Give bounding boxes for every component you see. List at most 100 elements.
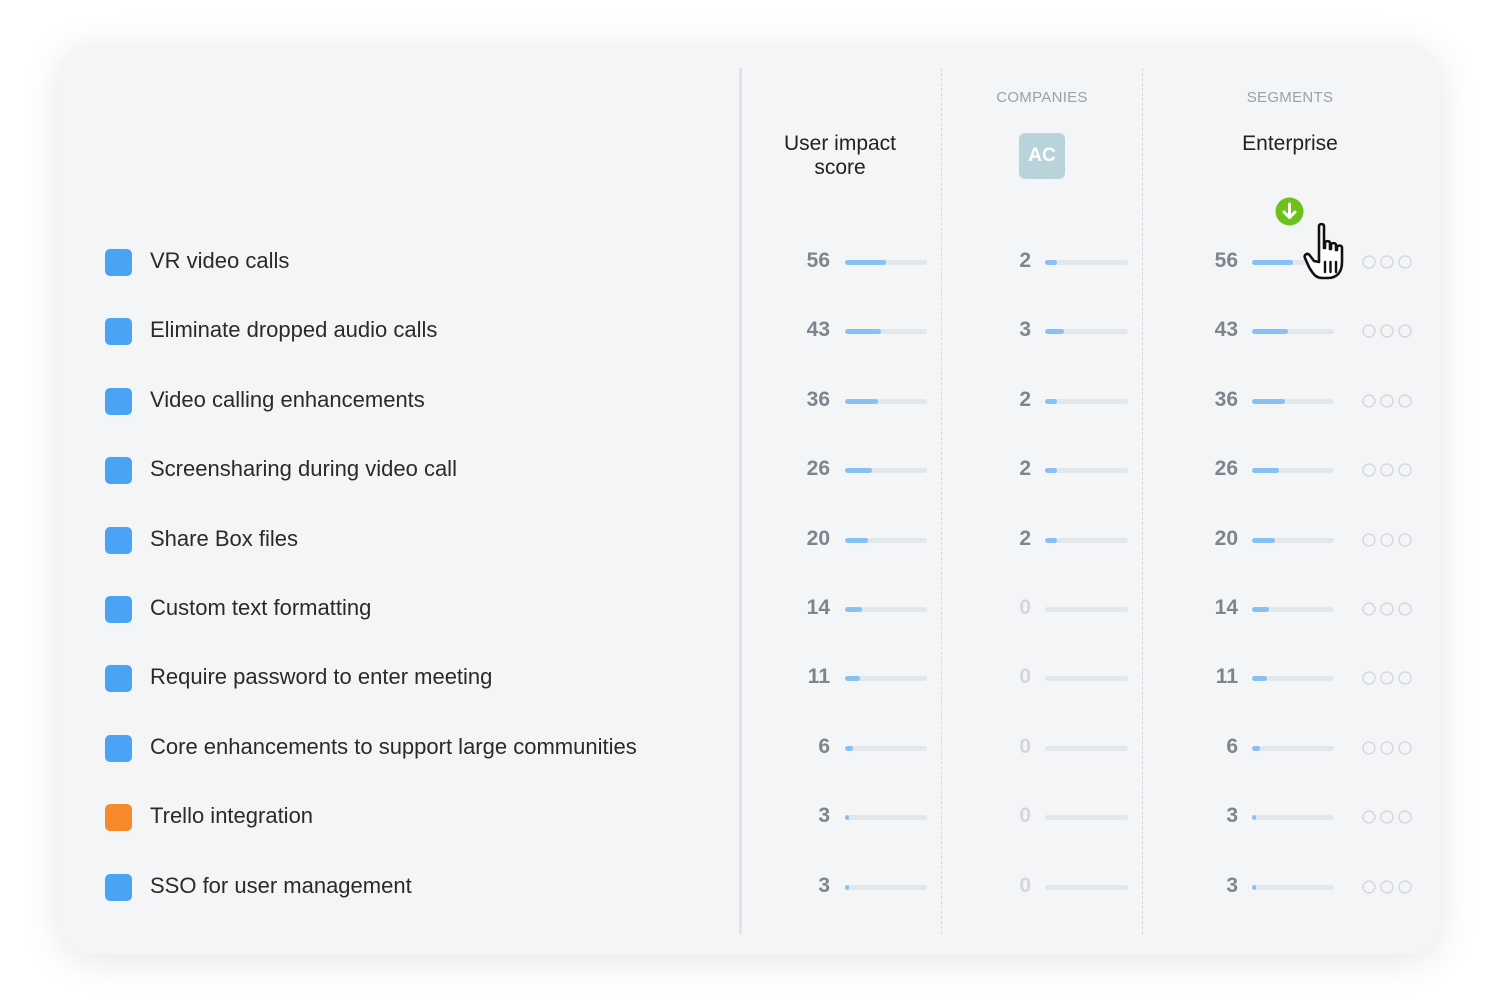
feature-label[interactable]: Video calling enhancements	[150, 387, 425, 413]
table-row[interactable]: Require password to enter meeting 11 0 11	[0, 658, 1500, 698]
segment-score-bar-fill	[1252, 329, 1289, 334]
ellipsis-circles-icon[interactable]	[1362, 393, 1414, 409]
segment-score-bar-fill	[1252, 746, 1261, 751]
feature-label[interactable]: Share Box files	[150, 526, 298, 552]
feature-label[interactable]: SSO for user management	[150, 873, 412, 899]
company-count-bar	[1045, 815, 1128, 820]
ellipsis-circles-icon[interactable]	[1362, 809, 1414, 825]
header-user-impact-score-label: User impact score	[783, 132, 897, 179]
user-impact-score-bar	[845, 538, 927, 543]
company-count-bar	[1045, 885, 1128, 890]
header-enterprise-segment[interactable]: Enterprise	[1210, 132, 1370, 156]
company-count-value: 2	[1019, 457, 1031, 480]
company-count-bar-fill	[1045, 399, 1058, 404]
table-row[interactable]: Screensharing during video call 26 2 26	[0, 450, 1500, 490]
feature-status-square	[105, 596, 132, 623]
segment-score-bar	[1252, 399, 1334, 404]
segment-score-bar	[1252, 538, 1334, 543]
segment-score-bar	[1252, 815, 1334, 820]
feature-status-square	[105, 388, 132, 415]
user-impact-score-value: 3	[818, 804, 830, 827]
user-impact-score-value: 3	[818, 874, 830, 897]
user-impact-score-value: 20	[806, 527, 830, 550]
company-count-bar	[1045, 746, 1128, 751]
ellipsis-circles-icon[interactable]	[1362, 670, 1414, 686]
user-impact-score-value: 26	[806, 457, 830, 480]
feature-status-square	[105, 457, 132, 484]
company-count-value: 2	[1019, 527, 1031, 550]
user-impact-score-bar-fill	[845, 329, 882, 334]
ellipsis-circles-icon[interactable]	[1362, 740, 1414, 756]
user-impact-score-bar	[845, 676, 927, 681]
ellipsis-circles-icon[interactable]	[1362, 601, 1414, 617]
table-row[interactable]: Video calling enhancements 36 2 36	[0, 381, 1500, 421]
feature-status-square	[105, 318, 132, 345]
feature-label[interactable]: Eliminate dropped audio calls	[150, 317, 437, 343]
ellipsis-circles-icon[interactable]	[1362, 532, 1414, 548]
table-row[interactable]: Share Box files 20 2 20	[0, 520, 1500, 560]
segment-score-bar	[1252, 746, 1334, 751]
header-user-impact-score[interactable]: User impact score	[760, 132, 920, 180]
feature-status-square	[105, 527, 132, 554]
feature-status-square	[105, 735, 132, 762]
company-count-bar	[1045, 399, 1128, 404]
user-impact-score-bar	[845, 399, 927, 404]
feature-label[interactable]: Trello integration	[150, 803, 313, 829]
ellipsis-circles-icon[interactable]	[1362, 462, 1414, 478]
header-segments-group: SEGMENTS	[1246, 89, 1334, 106]
user-impact-score-bar-fill	[845, 538, 868, 543]
user-impact-score-value: 14	[806, 596, 830, 619]
segment-score-value: 20	[1214, 527, 1238, 550]
user-impact-score-value: 56	[806, 249, 830, 272]
segment-score-value: 14	[1214, 596, 1238, 619]
user-impact-score-bar-fill	[845, 399, 878, 404]
feature-label[interactable]: Require password to enter meeting	[150, 664, 492, 690]
ellipsis-circles-icon[interactable]	[1362, 323, 1414, 339]
company-count-bar-fill	[1045, 329, 1065, 334]
table-row[interactable]: Eliminate dropped audio calls 43 3 43	[0, 311, 1500, 351]
segment-score-bar-fill	[1252, 260, 1293, 265]
company-count-bar	[1045, 329, 1128, 334]
user-impact-score-bar	[845, 468, 927, 473]
segment-score-value: 6	[1226, 735, 1238, 758]
feature-label[interactable]: Screensharing during video call	[150, 456, 457, 482]
company-badge[interactable]: AC	[1019, 133, 1065, 179]
arrow-down-circle-icon[interactable]	[1275, 197, 1304, 226]
user-impact-score-bar-fill	[845, 885, 850, 890]
user-impact-score-value: 6	[818, 735, 830, 758]
segment-score-bar-fill	[1252, 676, 1267, 681]
segment-score-bar-fill	[1252, 607, 1270, 612]
feature-label[interactable]: Custom text formatting	[150, 595, 371, 621]
user-impact-score-bar	[845, 815, 927, 820]
feature-status-square	[105, 874, 132, 901]
segment-score-value: 36	[1214, 388, 1238, 411]
table-row[interactable]: Custom text formatting 14 0 14	[0, 589, 1500, 629]
company-count-value: 0	[1019, 804, 1031, 827]
company-count-bar	[1045, 607, 1128, 612]
segment-score-value: 11	[1215, 665, 1238, 688]
header-companies-group: COMPANIES	[996, 89, 1088, 106]
segment-score-bar-fill	[1252, 399, 1285, 404]
company-count-bar	[1045, 676, 1128, 681]
table-row[interactable]: VR video calls 56 2 56	[0, 242, 1500, 282]
company-count-value: 0	[1019, 874, 1031, 897]
ellipsis-circles-icon[interactable]	[1362, 254, 1414, 270]
user-impact-score-bar-fill	[845, 260, 886, 265]
feature-status-square	[105, 665, 132, 692]
company-count-value: 2	[1019, 388, 1031, 411]
segment-score-bar	[1252, 676, 1334, 681]
feature-label[interactable]: VR video calls	[150, 248, 289, 274]
feature-status-square	[105, 249, 132, 276]
segment-score-value: 56	[1214, 249, 1238, 272]
company-count-value: 2	[1019, 249, 1031, 272]
user-impact-score-value: 43	[806, 318, 830, 341]
segment-score-bar-fill	[1252, 538, 1275, 543]
ellipsis-circles-icon[interactable]	[1362, 879, 1414, 895]
feature-label[interactable]: Core enhancements to support large commu…	[150, 734, 637, 760]
table-row[interactable]: Trello integration 3 0 3	[0, 797, 1500, 837]
table-row[interactable]: Core enhancements to support large commu…	[0, 728, 1500, 768]
table-row[interactable]: SSO for user management 3 0 3	[0, 867, 1500, 907]
company-count-bar	[1045, 468, 1128, 473]
segment-score-bar	[1252, 468, 1334, 473]
user-impact-score-bar	[845, 329, 927, 334]
